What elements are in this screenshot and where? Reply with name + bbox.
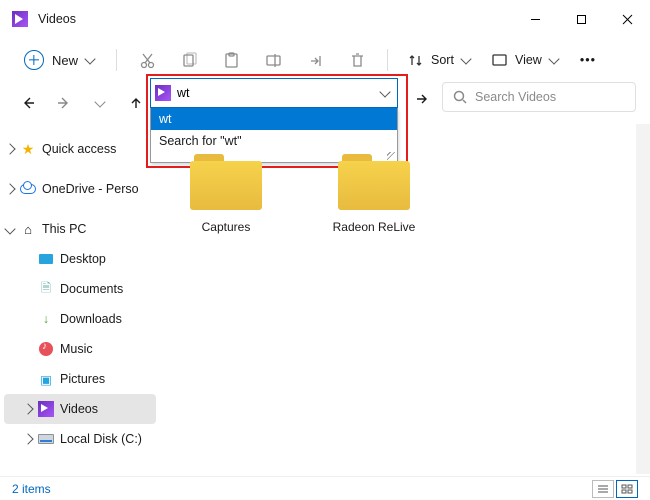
sidebar-label: Videos	[60, 402, 98, 416]
sidebar-item-desktop[interactable]: Desktop	[0, 244, 160, 274]
maximize-button[interactable]	[558, 3, 604, 35]
sidebar-label: Documents	[60, 282, 123, 296]
sidebar-item-pictures[interactable]: ▣ Pictures	[0, 364, 160, 394]
sidebar-label: This PC	[42, 222, 86, 236]
sidebar-item-this-pc[interactable]: ⌂ This PC	[0, 214, 160, 244]
sidebar-label: Downloads	[60, 312, 122, 326]
up-button[interactable]	[122, 89, 150, 117]
toolbar: New Sort View •••	[0, 38, 650, 82]
sidebar-item-local-disk[interactable]: Local Disk (C:)	[0, 424, 160, 454]
details-view-button[interactable]	[592, 480, 614, 498]
videos-icon	[155, 85, 171, 101]
minimize-button[interactable]	[512, 3, 558, 35]
search-box[interactable]: Search Videos	[442, 82, 636, 112]
documents-icon: 🗎	[38, 281, 54, 297]
divider	[116, 49, 117, 71]
window-controls	[512, 3, 650, 35]
thumbnails-view-button[interactable]	[616, 480, 638, 498]
chevron-down-icon	[460, 53, 471, 64]
address-bar[interactable]	[150, 78, 398, 108]
chevron-down-icon	[4, 223, 15, 234]
sidebar-item-videos[interactable]: Videos	[4, 394, 156, 424]
sidebar-item-quick-access[interactable]: ★ Quick access	[0, 134, 160, 164]
sidebar-label: OneDrive - Perso	[42, 182, 139, 196]
sidebar-label: Local Disk (C:)	[60, 432, 142, 446]
plus-icon	[24, 50, 44, 70]
sort-label: Sort	[431, 53, 454, 67]
share-button[interactable]	[297, 45, 333, 75]
chevron-down-icon	[84, 53, 95, 64]
content-area[interactable]: Captures Radeon ReLive	[160, 124, 650, 474]
body: ★ Quick access OneDrive - Perso ⌂ This P…	[0, 124, 650, 474]
chevron-right-icon	[4, 143, 15, 154]
more-button[interactable]: •••	[572, 49, 604, 71]
sidebar-item-downloads[interactable]: ↓ Downloads	[0, 304, 160, 334]
videos-app-icon	[12, 11, 28, 27]
divider	[387, 49, 388, 71]
chevron-right-icon	[22, 433, 33, 444]
folder-item[interactable]: Captures	[176, 154, 276, 234]
sidebar-label: Music	[60, 342, 93, 356]
pc-icon: ⌂	[20, 221, 36, 237]
desktop-icon	[39, 254, 53, 264]
pictures-icon: ▣	[38, 371, 54, 387]
copy-button[interactable]	[171, 45, 207, 75]
chevron-right-icon	[22, 403, 33, 414]
status-bar: 2 items	[0, 476, 650, 500]
folder-icon	[338, 154, 410, 210]
chevron-down-icon	[548, 53, 559, 64]
scrollbar[interactable]	[636, 124, 650, 474]
folder-label: Captures	[202, 220, 251, 234]
sidebar: ★ Quick access OneDrive - Perso ⌂ This P…	[0, 124, 160, 474]
sidebar-item-music[interactable]: Music	[0, 334, 160, 364]
sidebar-item-documents[interactable]: 🗎 Documents	[0, 274, 160, 304]
star-icon: ★	[20, 141, 36, 157]
cut-button[interactable]	[129, 45, 165, 75]
delete-button[interactable]	[339, 45, 375, 75]
view-button[interactable]: View	[484, 49, 566, 72]
go-button[interactable]	[410, 87, 434, 111]
sort-button[interactable]: Sort	[400, 49, 478, 72]
sidebar-label: Pictures	[60, 372, 105, 386]
disk-icon	[38, 434, 54, 444]
videos-icon	[38, 401, 54, 417]
new-label: New	[52, 53, 78, 68]
paste-button[interactable]	[213, 45, 249, 75]
folder-item[interactable]: Radeon ReLive	[324, 154, 424, 234]
new-button[interactable]: New	[14, 46, 104, 74]
close-button[interactable]	[604, 3, 650, 35]
view-toggles	[592, 480, 638, 498]
forward-button[interactable]	[50, 89, 78, 117]
sidebar-label: Desktop	[60, 252, 106, 266]
folder-icon	[190, 154, 262, 210]
folder-label: Radeon ReLive	[333, 220, 416, 234]
cloud-icon	[20, 184, 36, 194]
sidebar-item-onedrive[interactable]: OneDrive - Perso	[0, 174, 160, 204]
navigation-row: wt Search for "wt" Search Videos	[0, 82, 650, 124]
chevron-right-icon	[4, 183, 15, 194]
status-text: 2 items	[12, 482, 51, 496]
downloads-icon: ↓	[38, 311, 54, 327]
back-button[interactable]	[14, 89, 42, 117]
window-title: Videos	[38, 12, 76, 26]
recent-button[interactable]	[86, 89, 114, 117]
title-bar: Videos	[0, 0, 650, 38]
search-placeholder: Search Videos	[475, 90, 556, 104]
search-icon	[453, 90, 467, 104]
music-icon	[39, 342, 53, 356]
view-label: View	[515, 53, 542, 67]
address-input[interactable]	[177, 86, 375, 100]
sidebar-label: Quick access	[42, 142, 116, 156]
rename-button[interactable]	[255, 45, 291, 75]
address-dropdown-icon[interactable]	[379, 86, 390, 97]
